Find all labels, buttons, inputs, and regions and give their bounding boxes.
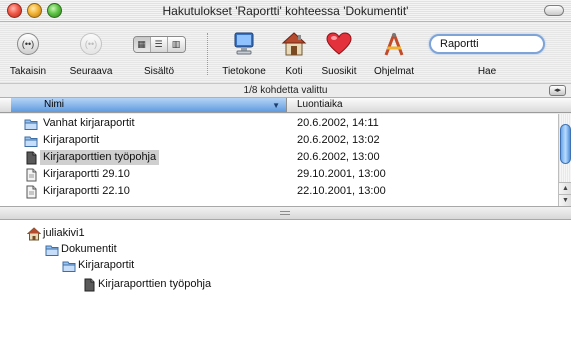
applications-label: Ohjelmat — [373, 66, 414, 77]
finder-window: Hakutulokset 'Raportti' kohteessa 'Dokum… — [0, 0, 571, 359]
path-item-icon — [26, 227, 42, 241]
result-name: Kirjaraportti 22.10 — [43, 185, 130, 197]
column-view-icon[interactable]: ▥ — [167, 36, 185, 52]
folder-icon — [62, 261, 76, 272]
result-name: Kirjaraportti 29.10 — [43, 168, 130, 180]
result-date: 20.6.2002, 14:11 — [297, 117, 379, 129]
path-item-label: Kirjaraporttien työpohja — [98, 278, 212, 290]
result-icon — [24, 151, 38, 165]
folder-icon — [45, 245, 59, 256]
pane-splitter[interactable] — [0, 206, 571, 220]
toolbar-separator — [207, 33, 208, 75]
results-list: Vanhat kirjaraportit 20.6.2002, 14:11 Kirj… — [0, 114, 558, 206]
applications-icon — [384, 33, 404, 56]
zoom-window-button[interactable] — [47, 3, 62, 18]
name-column-header[interactable]: Nimi ▼ — [11, 98, 287, 112]
selection-count: 1/8 kohdetta valittu — [243, 85, 328, 96]
result-row[interactable]: Vanhat kirjaraportit 20.6.2002, 14:11 — [0, 115, 558, 132]
search-input[interactable]: Raportti — [429, 34, 545, 54]
results-scrollbar[interactable]: ▲ ▼ — [558, 114, 571, 206]
search-label: Hae — [477, 66, 497, 77]
scroll-up-arrow[interactable]: ▲ — [559, 182, 571, 194]
back-arrow-icon: (••) — [17, 33, 39, 55]
template-document-icon — [26, 151, 37, 165]
result-icon — [24, 185, 38, 199]
forward-label: Seuraava — [69, 66, 113, 77]
result-date: 29.10.2001, 13:00 — [297, 168, 386, 180]
folder-icon — [24, 136, 38, 147]
result-row[interactable]: Kirjaraportit 20.6.2002, 13:02 — [0, 132, 558, 149]
path-item-icon — [45, 243, 59, 256]
result-date: 20.6.2002, 13:02 — [297, 134, 380, 146]
view-segmented-control[interactable]: ▦ ☰ ▥ — [132, 35, 186, 53]
splitter-grip-icon — [280, 211, 290, 215]
toolbar: (••) Takaisin (••) Seuraava ▦ ☰ ▥ Sisält… — [0, 23, 571, 83]
result-name: Vanhat kirjaraportit — [43, 117, 135, 129]
window-title: Hakutulokset 'Raportti' kohteessa 'Dokum… — [162, 4, 409, 18]
favorites-label: Suosikit — [321, 66, 357, 77]
result-row[interactable]: Kirjaraportti 22.10 22.10.2001, 13:00 — [0, 183, 558, 200]
list-view-icon[interactable]: ☰ — [150, 36, 168, 52]
forward-arrow-icon: (••) — [80, 33, 102, 55]
heart-icon — [326, 32, 352, 55]
forward-button[interactable]: (••) Seuraava — [66, 29, 116, 77]
column-header-row: Nimi ▼ Luontiaika — [0, 98, 571, 113]
minimize-window-button[interactable] — [27, 3, 42, 18]
document-icon — [26, 185, 37, 199]
scroll-down-arrow[interactable]: ▼ — [559, 194, 571, 206]
view-label: Sisältö — [143, 66, 174, 77]
search-area: Raportti Hae — [427, 29, 547, 77]
path-item-label: Kirjaraportit — [78, 259, 135, 271]
home-icon — [26, 227, 42, 241]
home-label: Koti — [285, 66, 303, 77]
computer-icon — [234, 32, 254, 55]
home-icon — [281, 32, 307, 56]
path-item-icon — [62, 259, 76, 272]
path-item-label: juliakivi1 — [43, 227, 85, 239]
result-icon — [24, 117, 38, 130]
view-selector[interactable]: ▦ ☰ ▥ Sisältö — [128, 29, 190, 77]
result-icon — [24, 168, 38, 182]
close-window-button[interactable] — [7, 3, 22, 18]
result-date: 20.6.2002, 13:00 — [297, 151, 380, 163]
path-item-label: Dokumentit — [61, 243, 117, 255]
home-button[interactable]: Koti — [280, 29, 308, 77]
document-icon — [26, 168, 37, 182]
path-pane: juliakivi1 Dokumentit Kirjaraportit Kirjara… — [0, 220, 571, 359]
toolbar-toggle-button[interactable] — [544, 5, 564, 16]
result-date: 22.10.2001, 13:00 — [297, 185, 386, 197]
scroll-thumb[interactable] — [560, 124, 571, 164]
computer-button[interactable]: Tietokone — [218, 29, 270, 77]
sort-descending-icon: ▼ — [272, 101, 280, 110]
result-name: Kirjaraportit — [43, 134, 100, 146]
name-column-label: Nimi — [44, 99, 64, 110]
result-row[interactable]: Kirjaraporttien työpohja 20.6.2002, 13:00 — [0, 149, 558, 166]
title-bar[interactable]: Hakutulokset 'Raportti' kohteessa 'Dokum… — [0, 0, 571, 22]
back-label: Takaisin — [9, 66, 47, 77]
action-menu-button[interactable]: ◂▸ — [549, 85, 566, 96]
back-button[interactable]: (••) Takaisin — [8, 29, 48, 77]
result-icon — [24, 134, 38, 147]
icon-view-icon[interactable]: ▦ — [133, 36, 151, 52]
date-column-header[interactable]: Luontiaika — [297, 99, 343, 110]
favorites-button[interactable]: Suosikit — [316, 29, 362, 77]
folder-icon — [24, 119, 38, 130]
template-document-icon — [84, 278, 95, 292]
result-name: Kirjaraporttien työpohja — [40, 150, 160, 165]
applications-button[interactable]: Ohjelmat — [370, 29, 418, 77]
result-row[interactable]: Kirjaraportti 29.10 29.10.2001, 13:00 — [0, 166, 558, 183]
path-item-icon — [82, 278, 95, 292]
status-bar: 1/8 kohdetta valittu ◂▸ — [0, 83, 571, 98]
computer-label: Tietokone — [222, 66, 266, 77]
